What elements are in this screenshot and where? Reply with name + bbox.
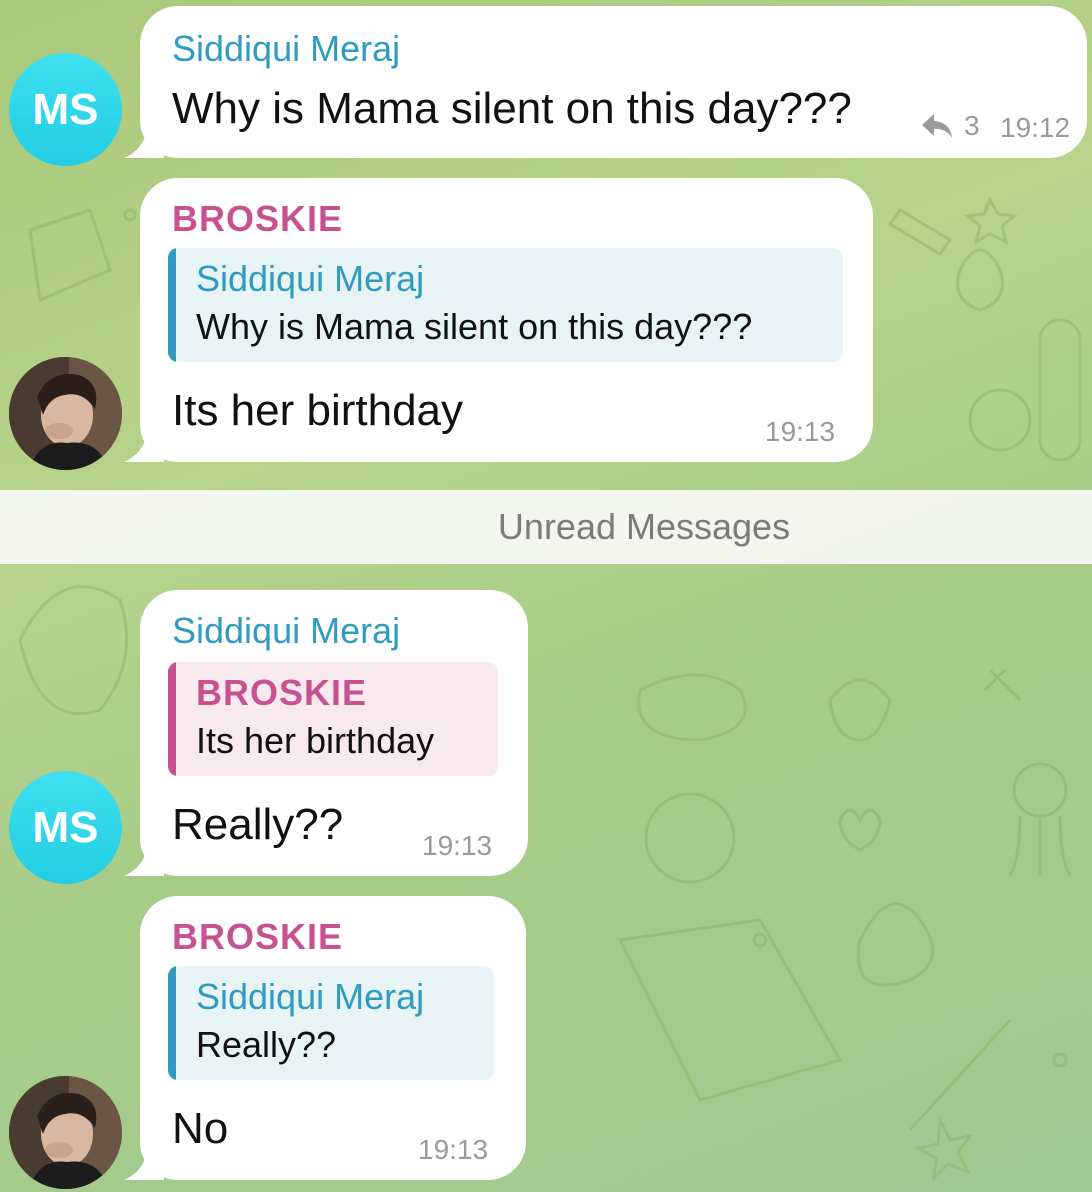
- message-bubble[interactable]: Siddiqui Meraj BROSKIE Its her birthday …: [124, 590, 528, 876]
- message-time: 19:12: [1000, 112, 1071, 143]
- sender-name[interactable]: BROSKIE: [172, 916, 343, 958]
- avatar-initials: MS: [32, 84, 99, 134]
- reply-sender: Siddiqui Meraj: [196, 976, 425, 1017]
- unread-messages-label: Unread Messages: [497, 506, 791, 547]
- reply-arrow-icon: [922, 114, 952, 138]
- avatar[interactable]: MS: [9, 53, 122, 166]
- user-photo: [9, 357, 122, 470]
- reply-sender: BROSKIE: [196, 672, 368, 713]
- message-time: 19:13: [765, 416, 836, 447]
- message-time: 19:13: [418, 1134, 489, 1165]
- reply-bar: [168, 662, 176, 776]
- message-time: 19:13: [422, 830, 493, 861]
- avatar[interactable]: MS: [9, 771, 122, 884]
- user-photo: [9, 1076, 122, 1189]
- reply-text: Why is Mama silent on this day???: [196, 306, 753, 347]
- reply-text: Its her birthday: [196, 720, 435, 761]
- replies-indicator[interactable]: 3: [920, 110, 980, 142]
- avatar[interactable]: [9, 1076, 122, 1189]
- reply-preview[interactable]: Siddiqui Meraj Really??: [168, 966, 494, 1080]
- unread-messages-divider: Unread Messages: [0, 490, 1092, 564]
- reply-preview[interactable]: Siddiqui Meraj Why is Mama silent on thi…: [168, 248, 843, 362]
- message-text: Really??: [172, 800, 344, 849]
- message-text: Why is Mama silent on this day???: [172, 84, 852, 133]
- bubble-tail: [124, 422, 164, 462]
- sender-name[interactable]: Siddiqui Meraj: [172, 610, 400, 652]
- message-bubble[interactable]: BROSKIE Siddiqui Meraj Why is Mama silen…: [124, 178, 873, 462]
- bubble-tail: [124, 1140, 164, 1180]
- reply-bar: [168, 966, 176, 1080]
- bubble-tail: [124, 836, 164, 876]
- message-text: Its her birthday: [172, 386, 464, 435]
- reply-text: Really??: [196, 1024, 337, 1065]
- avatar-initials: MS: [32, 802, 99, 852]
- reply-sender: Siddiqui Meraj: [196, 258, 425, 299]
- message-bubble[interactable]: Siddiqui Meraj Why is Mama silent on thi…: [124, 6, 1087, 158]
- bubble-tail: [124, 118, 164, 158]
- message-text: No: [172, 1104, 229, 1153]
- message-bubble[interactable]: BROSKIE Siddiqui Meraj Really?? No 19:13: [124, 896, 526, 1180]
- reply-preview[interactable]: BROSKIE Its her birthday: [168, 662, 498, 776]
- sender-name[interactable]: BROSKIE: [172, 198, 343, 240]
- avatar[interactable]: [9, 357, 122, 470]
- sender-name[interactable]: Siddiqui Meraj: [172, 28, 400, 70]
- replies-count: 3: [964, 110, 980, 141]
- reply-bar: [168, 248, 176, 362]
